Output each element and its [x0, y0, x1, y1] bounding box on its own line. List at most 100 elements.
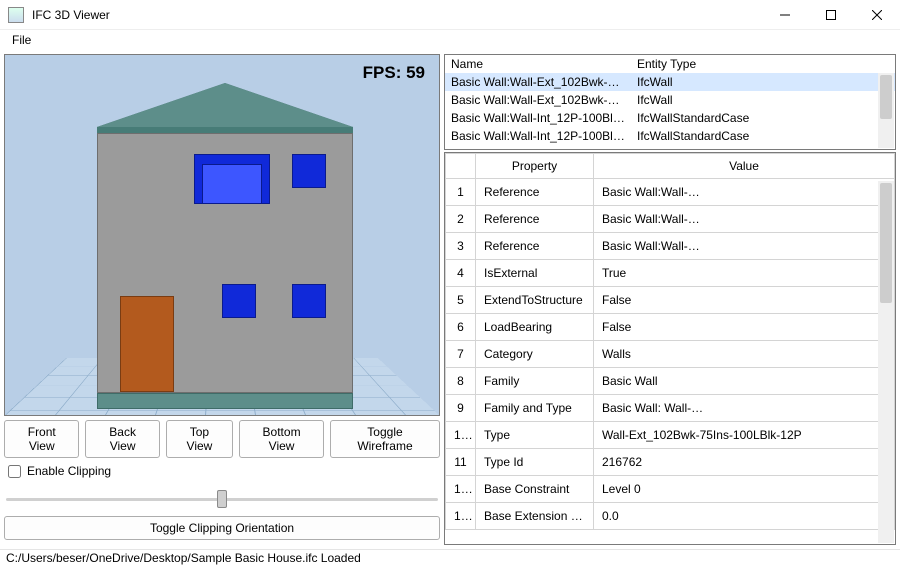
property-value: False: [594, 287, 895, 314]
minimize-button[interactable]: [762, 0, 808, 30]
entity-name: Basic Wall:Wall-Ext_102Bwk-75…: [445, 73, 631, 91]
property-row[interactable]: 1ReferenceBasic Wall:Wall-…: [446, 179, 895, 206]
entity-list-panel: Name Entity Type Basic Wall:Wall-Ext_102…: [444, 54, 896, 150]
entity-row[interactable]: Basic Wall:Wall-Int_12P-100Blk…IfcWallSt…: [445, 145, 895, 149]
property-row[interactable]: 10TypeWall-Ext_102Bwk-75Ins-100LBlk-12P: [446, 422, 895, 449]
row-number: 3: [446, 233, 476, 260]
plinth: [97, 393, 353, 409]
enable-clipping-checkbox[interactable]: [8, 465, 21, 478]
row-number: 11: [446, 449, 476, 476]
clipping-slider[interactable]: [4, 484, 440, 512]
roof: [97, 83, 353, 127]
maximize-icon: [826, 10, 836, 20]
entity-name: Basic Wall:Wall-Int_12P-100Blk…: [445, 109, 631, 127]
property-value: True: [594, 260, 895, 287]
property-name: Base Extension …: [476, 503, 594, 530]
property-row[interactable]: 4IsExternalTrue: [446, 260, 895, 287]
row-number: 13: [446, 503, 476, 530]
enable-clipping-row: Enable Clipping: [4, 462, 440, 480]
property-name: Reference: [476, 233, 594, 260]
property-row[interactable]: 6LoadBearingFalse: [446, 314, 895, 341]
entity-row[interactable]: Basic Wall:Wall-Ext_102Bwk-75…IfcWall: [445, 91, 895, 109]
close-icon: [872, 10, 882, 20]
front-view-button[interactable]: Front View: [4, 420, 79, 458]
property-name: LoadBearing: [476, 314, 594, 341]
row-number: 6: [446, 314, 476, 341]
property-value: Basic Wall:Wall-…: [594, 233, 895, 260]
row-number: 2: [446, 206, 476, 233]
status-bar: C:/Users/beser/OneDrive/Desktop/Sample B…: [0, 549, 900, 567]
menu-file[interactable]: File: [6, 31, 37, 49]
slider-thumb[interactable]: [217, 490, 227, 508]
property-name: Reference: [476, 206, 594, 233]
property-value: Basic Wall:Wall-…: [594, 179, 895, 206]
property-row[interactable]: 3ReferenceBasic Wall:Wall-…: [446, 233, 895, 260]
toggle-clipping-orientation-button[interactable]: Toggle Clipping Orientation: [4, 516, 440, 540]
row-number: 4: [446, 260, 476, 287]
scrollbar-thumb[interactable]: [880, 183, 892, 303]
property-value: Basic Wall: [594, 368, 895, 395]
row-number: 1: [446, 179, 476, 206]
fps-label: FPS: 59: [363, 63, 425, 83]
entity-type: IfcWallStandardCase: [631, 109, 895, 127]
left-panel: FPS: 59 Front View Back View Top View Bo…: [4, 54, 440, 545]
property-value: 0.0: [594, 503, 895, 530]
property-name: Category: [476, 341, 594, 368]
row-number: 10: [446, 422, 476, 449]
property-name: Type: [476, 422, 594, 449]
window-lower-left: [222, 284, 256, 318]
row-number: 7: [446, 341, 476, 368]
row-number: 12: [446, 476, 476, 503]
property-name: IsExternal: [476, 260, 594, 287]
bottom-view-button[interactable]: Bottom View: [239, 420, 324, 458]
col-entity-type[interactable]: Entity Type: [631, 55, 895, 73]
close-button[interactable]: [854, 0, 900, 30]
property-row[interactable]: 2ReferenceBasic Wall:Wall-…: [446, 206, 895, 233]
entity-scrollbar[interactable]: [878, 73, 894, 148]
property-row[interactable]: 11Type Id216762: [446, 449, 895, 476]
property-row[interactable]: 8FamilyBasic Wall: [446, 368, 895, 395]
row-number: 5: [446, 287, 476, 314]
col-value[interactable]: Value: [594, 154, 895, 179]
property-name: ExtendToStructure: [476, 287, 594, 314]
property-name: Family and Type: [476, 395, 594, 422]
property-row[interactable]: 5ExtendToStructureFalse: [446, 287, 895, 314]
app-icon: [8, 7, 24, 23]
maximize-button[interactable]: [808, 0, 854, 30]
property-row[interactable]: 9Family and TypeBasic Wall: Wall-…: [446, 395, 895, 422]
entity-name: Basic Wall:Wall-Int_12P-100Blk…: [445, 127, 631, 145]
property-value: Level 0: [594, 476, 895, 503]
house-model: [97, 84, 353, 409]
toggle-wireframe-button[interactable]: Toggle Wireframe: [330, 420, 440, 458]
property-row[interactable]: 13Base Extension …0.0: [446, 503, 895, 530]
property-row[interactable]: 7CategoryWalls: [446, 341, 895, 368]
property-value: 216762: [594, 449, 895, 476]
entity-type: IfcWall: [631, 91, 895, 109]
entity-list-header: Name Entity Type: [445, 55, 895, 73]
row-number: 8: [446, 368, 476, 395]
property-value: False: [594, 314, 895, 341]
top-view-button[interactable]: Top View: [166, 420, 233, 458]
entity-type: IfcWallStandardCase: [631, 127, 895, 145]
scrollbar-thumb[interactable]: [880, 75, 892, 119]
3d-viewport[interactable]: FPS: 59: [4, 54, 440, 416]
property-scrollbar[interactable]: [878, 181, 894, 543]
col-name[interactable]: Name: [445, 55, 631, 73]
entity-row[interactable]: Basic Wall:Wall-Ext_102Bwk-75…IfcWall: [445, 73, 895, 91]
entity-name: Basic Wall:Wall-Int_12P-100Blk…: [445, 145, 631, 149]
property-name: Base Constraint: [476, 476, 594, 503]
property-value: Basic Wall: Wall-…: [594, 395, 895, 422]
back-view-button[interactable]: Back View: [85, 420, 159, 458]
col-property[interactable]: Property: [476, 154, 594, 179]
entity-list-body[interactable]: Basic Wall:Wall-Ext_102Bwk-75…IfcWallBas…: [445, 73, 895, 149]
entity-row[interactable]: Basic Wall:Wall-Int_12P-100Blk…IfcWallSt…: [445, 127, 895, 145]
door: [120, 296, 174, 392]
property-row[interactable]: 12Base ConstraintLevel 0: [446, 476, 895, 503]
property-table-body[interactable]: 1ReferenceBasic Wall:Wall-…2ReferenceBas…: [446, 179, 895, 530]
entity-row[interactable]: Basic Wall:Wall-Int_12P-100Blk…IfcWallSt…: [445, 109, 895, 127]
entity-type: IfcWall: [631, 73, 895, 91]
minimize-icon: [780, 10, 790, 20]
window-upper-right: [292, 154, 326, 188]
window-title: IFC 3D Viewer: [32, 8, 110, 22]
col-rownum: [446, 154, 476, 179]
